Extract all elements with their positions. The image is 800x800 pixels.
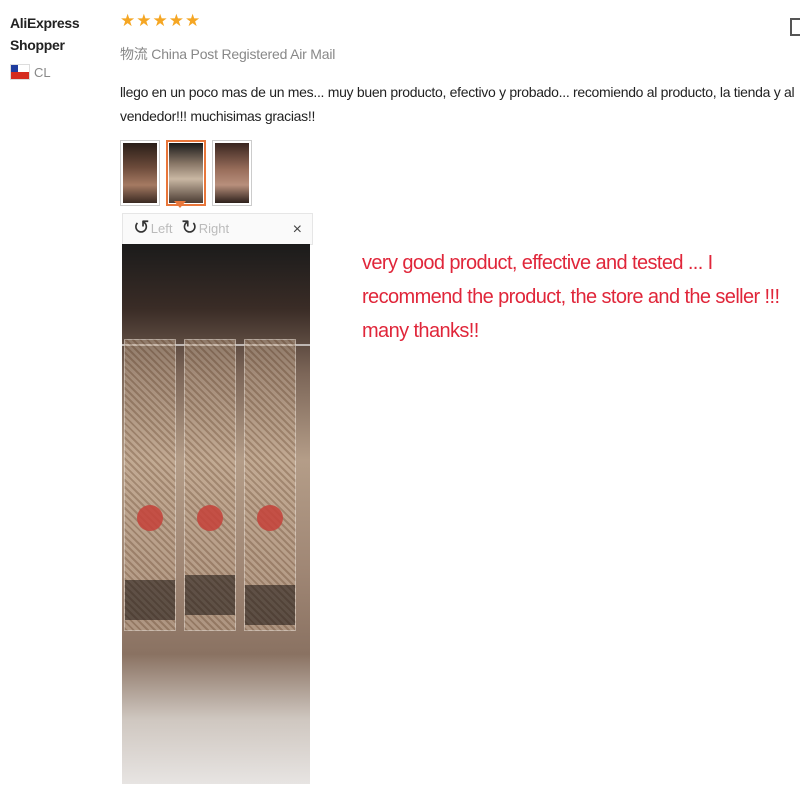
translated-review: very good product, effective and tested …	[362, 252, 780, 342]
shipping-method: 物流 China Post Registered Air Mail	[120, 46, 336, 62]
selected-thumbnail-pointer	[174, 201, 186, 208]
rotate-right-label: Right	[198, 220, 230, 236]
photo-thumbnail-3[interactable]	[212, 140, 252, 206]
review-photo	[122, 244, 310, 784]
reviewer-country: CL	[10, 64, 110, 80]
close-viewer-button[interactable]: ×	[293, 221, 302, 239]
rotate-right-button[interactable]: ↻ Right	[181, 218, 229, 238]
rotate-left-icon: ↺	[133, 217, 150, 239]
patch-image	[124, 339, 176, 631]
star-icon: ★	[136, 11, 152, 30]
star-icon: ★	[185, 11, 201, 30]
rotate-right-icon: ↻	[181, 217, 198, 239]
reviewer-name: AliExpress Shopper	[10, 15, 80, 53]
patch-image	[184, 339, 236, 631]
country-code: CL	[34, 64, 51, 80]
star-rating: ★ ★ ★ ★ ★	[120, 12, 200, 30]
star-icon: ★	[168, 11, 184, 30]
photo-viewer-toolbar: ↺ Left ↻ Right ×	[122, 213, 313, 245]
star-icon: ★	[152, 11, 168, 30]
photo-thumbnail-2[interactable]	[166, 140, 206, 206]
reviewer-info: AliExpress Shopper CL	[10, 12, 110, 80]
star-icon: ★	[120, 11, 136, 30]
page-edge-icon	[790, 18, 800, 36]
photo-thumbnails	[120, 140, 252, 206]
patch-image	[244, 339, 296, 631]
chile-flag-icon	[10, 64, 30, 80]
rotate-left-button[interactable]: ↺ Left	[133, 218, 172, 238]
rotate-left-label: Left	[150, 220, 173, 236]
photo-thumbnail-1[interactable]	[120, 140, 160, 206]
review-text: llego en un poco mas de un mes... muy bu…	[120, 84, 795, 124]
